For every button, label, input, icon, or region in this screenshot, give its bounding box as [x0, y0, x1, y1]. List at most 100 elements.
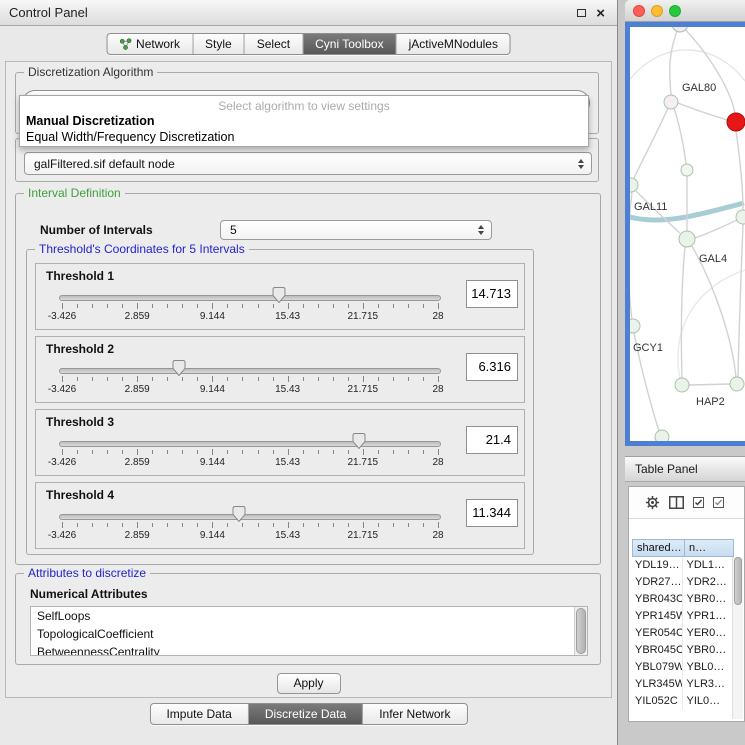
- gear-icon[interactable]: [645, 495, 660, 510]
- tab-select[interactable]: Select: [244, 34, 302, 54]
- list-item[interactable]: TopologicalCoefficient: [31, 625, 587, 643]
- list-item[interactable]: BetweennessCentrality: [31, 643, 587, 656]
- threshold-value-box[interactable]: 21.4: [466, 426, 518, 454]
- network-node[interactable]: [675, 378, 689, 392]
- columns-icon[interactable]: [669, 496, 684, 509]
- network-node[interactable]: [630, 319, 640, 333]
- slider-track[interactable]: -3.4262.8599.14415.4321.71528: [62, 290, 438, 328]
- network-node[interactable]: [727, 113, 745, 131]
- minimize-traffic-light[interactable]: [651, 5, 663, 17]
- select-all-check-icon[interactable]: [693, 497, 704, 508]
- network-node[interactable]: [630, 178, 638, 192]
- table-row[interactable]: YPR145WYPR1…: [632, 608, 731, 625]
- slider-tick: [438, 522, 439, 528]
- table-row[interactable]: YDR27…YDR2…: [632, 574, 731, 591]
- apply-button[interactable]: Apply: [277, 673, 341, 694]
- thresholds-container: Threshold 1 14.713 -3.4262.8599.14415.43…: [35, 263, 525, 555]
- list-scrollbar[interactable]: [574, 607, 587, 655]
- threshold-slider[interactable]: -3.4262.8599.14415.4321.71528: [46, 363, 454, 401]
- slider-tick-label: 28: [432, 311, 443, 322]
- tab-discretize-data[interactable]: Discretize Data: [248, 704, 362, 724]
- tab-infer-network[interactable]: Infer Network: [362, 704, 466, 724]
- network-edge[interactable]: [736, 131, 743, 210]
- column-header-shared-name[interactable]: shared…: [632, 539, 685, 557]
- slider-track[interactable]: -3.4262.8599.14415.4321.71528: [62, 436, 438, 474]
- network-node-label: HAP2: [696, 396, 725, 408]
- slider-thumb[interactable]: [273, 287, 286, 303]
- tab-jactivemnodules[interactable]: jActiveMNodules: [396, 34, 510, 54]
- slider-tick: [318, 377, 319, 381]
- slider-thumb[interactable]: [353, 433, 366, 449]
- algorithm-option-manual[interactable]: Manual Discretization: [20, 113, 588, 129]
- slider-tick: [77, 377, 78, 381]
- combo-arrows-icon: [578, 159, 584, 169]
- tab-style[interactable]: Style: [192, 34, 244, 54]
- table-row[interactable]: YER054CYER0…: [632, 625, 731, 642]
- tab-cyni-toolbox[interactable]: Cyni Toolbox: [302, 34, 395, 54]
- table-row[interactable]: YBR045CYBR0…: [632, 642, 731, 659]
- network-canvas-svg[interactable]: GAL80GAL11GAL4GCY1HAP2: [630, 27, 745, 441]
- network-node[interactable]: [679, 231, 695, 247]
- network-node[interactable]: [664, 95, 678, 109]
- network-edge[interactable]: [738, 224, 743, 377]
- float-window-icon[interactable]: [577, 9, 586, 17]
- tab-network[interactable]: Network: [107, 34, 192, 54]
- network-node[interactable]: [655, 430, 669, 441]
- slider-tick: [92, 377, 93, 381]
- table-row[interactable]: YLR345WYLR3…: [632, 676, 731, 693]
- table-row[interactable]: YBL079WYBL0…: [632, 659, 731, 676]
- network-edge[interactable]: [681, 247, 685, 378]
- network-window: GAL80GAL11GAL4GCY1HAP2: [625, 0, 745, 446]
- table-panel-header[interactable]: Table Panel: [625, 456, 745, 482]
- network-node[interactable]: [681, 164, 693, 176]
- network-edge[interactable]: [674, 108, 686, 164]
- slider-tick-label: -3.426: [48, 457, 76, 468]
- slider-thumb[interactable]: [172, 360, 185, 376]
- network-edge[interactable]: [630, 192, 632, 319]
- threshold-value-box[interactable]: 14.713: [466, 280, 518, 308]
- table-row[interactable]: YDL19…YDL1…: [632, 557, 731, 574]
- slider-tick-label: 21.715: [348, 311, 379, 322]
- slider-track[interactable]: -3.4262.8599.14415.4321.71528: [62, 363, 438, 401]
- number-of-intervals-combobox[interactable]: 5: [220, 220, 492, 240]
- network-edge[interactable]: [678, 103, 727, 120]
- slider-tick: [122, 523, 123, 527]
- zoom-traffic-light[interactable]: [669, 5, 681, 17]
- threshold-slider[interactable]: -3.4262.8599.14415.4321.71528: [46, 290, 454, 328]
- column-header-name[interactable]: n…: [684, 539, 734, 557]
- table-data-combobox[interactable]: galFiltered.sif default node: [24, 152, 592, 175]
- table-scrollbar[interactable]: [732, 557, 743, 719]
- slider-tick: [182, 304, 183, 308]
- network-edge[interactable]: [682, 27, 735, 113]
- slider-tick: [167, 304, 168, 308]
- tab-label: Select: [257, 37, 290, 51]
- network-edge[interactable]: [670, 27, 680, 95]
- scrollbar-thumb[interactable]: [576, 608, 586, 654]
- scrollbar-thumb[interactable]: [734, 557, 742, 605]
- network-edge[interactable]: [689, 384, 730, 385]
- numeric-attributes-list[interactable]: SelfLoopsTopologicalCoefficientBetweenne…: [30, 606, 588, 656]
- network-node[interactable]: [736, 210, 745, 224]
- algorithm-option-equal-width[interactable]: Equal Width/Frequency Discretization: [20, 129, 588, 145]
- table-row[interactable]: YBR043CYBR0…: [632, 591, 731, 608]
- slider-track[interactable]: -3.4262.8599.14415.4321.71528: [62, 509, 438, 547]
- threshold-slider[interactable]: -3.4262.8599.14415.4321.71528: [46, 436, 454, 474]
- network-edge[interactable]: [695, 220, 737, 238]
- network-node[interactable]: [672, 27, 688, 32]
- close-traffic-light[interactable]: [633, 5, 645, 17]
- threshold-slider[interactable]: -3.4262.8599.14415.4321.71528: [46, 509, 454, 547]
- slider-tick-label: 28: [432, 530, 443, 541]
- threshold-value-box[interactable]: 6.316: [466, 353, 518, 381]
- slider-tick: [62, 303, 63, 309]
- slider-tick: [408, 450, 409, 454]
- network-edge[interactable]: [692, 246, 736, 377]
- select-none-check-icon[interactable]: [713, 497, 724, 508]
- network-edge[interactable]: [634, 108, 668, 178]
- tab-impute-data[interactable]: Impute Data: [150, 704, 247, 724]
- close-window-icon[interactable]: ×: [596, 6, 605, 21]
- list-item[interactable]: SelfLoops: [31, 607, 587, 625]
- table-row[interactable]: YIL052CYIL0…: [632, 693, 731, 710]
- network-node[interactable]: [730, 377, 744, 391]
- slider-thumb[interactable]: [232, 506, 245, 522]
- threshold-value-box[interactable]: 11.344: [466, 499, 518, 527]
